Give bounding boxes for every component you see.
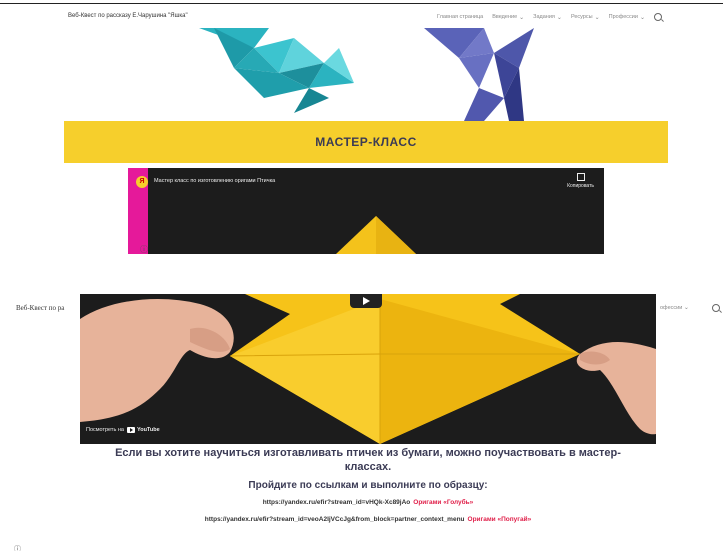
page-title: МАСТЕР-КЛАСС [315,135,417,149]
nav-item-professions[interactable]: офессии ⌄ [660,304,689,311]
search-icon[interactable] [654,13,662,21]
page-screenshot-bottom: Веб-Квест по ра офессии ⌄ Посмотреть на … [0,294,723,551]
content-text: Если вы хотите научиться изготавливать п… [80,446,656,523]
youtube-logo-icon: YouTube [126,427,160,433]
video-player-top[interactable]: Я Мастер класс по изготовлению оригами П… [128,168,604,254]
nav-item-home[interactable]: Главная страница [437,13,483,21]
hero-image [64,28,668,121]
link-tag[interactable]: Оригами «Голубь» [413,499,473,506]
page-banner: МАСТЕР-КЛАСС [64,121,668,163]
chevron-down-icon: ⌄ [594,14,600,21]
site-header: Веб-Квест по рассказу Е.Чарушина "Яшка" … [64,6,668,28]
instruction-heading: Пройдите по ссылкам и выполните по образ… [248,480,488,491]
divider-line [0,3,723,4]
watch-on-youtube-link[interactable]: Посмотреть на YouTube [86,427,160,433]
main-nav: Главная страница Введение ⌄ Задания ⌄ Ресу… [437,13,662,21]
link-tag[interactable]: Оригами «Попугай» [468,516,532,523]
nav-item-tasks[interactable]: Задания ⌄ [533,13,562,21]
chevron-down-icon: ⌄ [556,14,562,21]
info-icon[interactable]: ⓘ [140,244,148,254]
video-frame-origami-hands [80,294,656,444]
purple-origami-bird [424,28,534,121]
link-url[interactable]: https://yandex.ru/efir?stream_id=vHQk-Xc… [263,499,411,506]
origami-birds-illustration [199,28,534,121]
video-player-bottom[interactable]: Посмотреть на YouTube [80,294,656,444]
list-item: https://yandex.ru/efir?stream_id=veoA2Ij… [80,516,656,523]
chevron-down-icon: ⌄ [519,14,525,21]
link-url[interactable]: https://yandex.ru/efir?stream_id=veoA2Ij… [205,516,465,523]
play-icon[interactable] [350,294,382,308]
page-screenshot-top: Веб-Квест по рассказу Е.Чарушина "Яшка" … [64,6,668,254]
lead-paragraph: Если вы хотите научиться изготавливать п… [115,447,621,473]
search-icon[interactable] [712,304,720,312]
list-item: https://yandex.ru/efir?stream_id=vHQk-Xc… [80,499,656,506]
nav-item-resources[interactable]: Ресурсы ⌄ [571,13,600,21]
site-title[interactable]: Веб-Квест по рассказу Е.Чарушина "Яшка" [68,13,188,19]
teal-origami-bird [199,28,354,113]
site-title[interactable]: Веб-Квест по ра [16,304,64,312]
video-frame-origami [336,216,416,254]
chevron-down-icon: ⌄ [639,14,645,21]
nav-item-intro[interactable]: Введение ⌄ [492,13,524,21]
nav-item-professions[interactable]: Профессии ⌄ [609,13,645,21]
chevron-down-icon: ⌄ [683,305,689,311]
info-icon[interactable]: ⓘ [14,544,21,551]
